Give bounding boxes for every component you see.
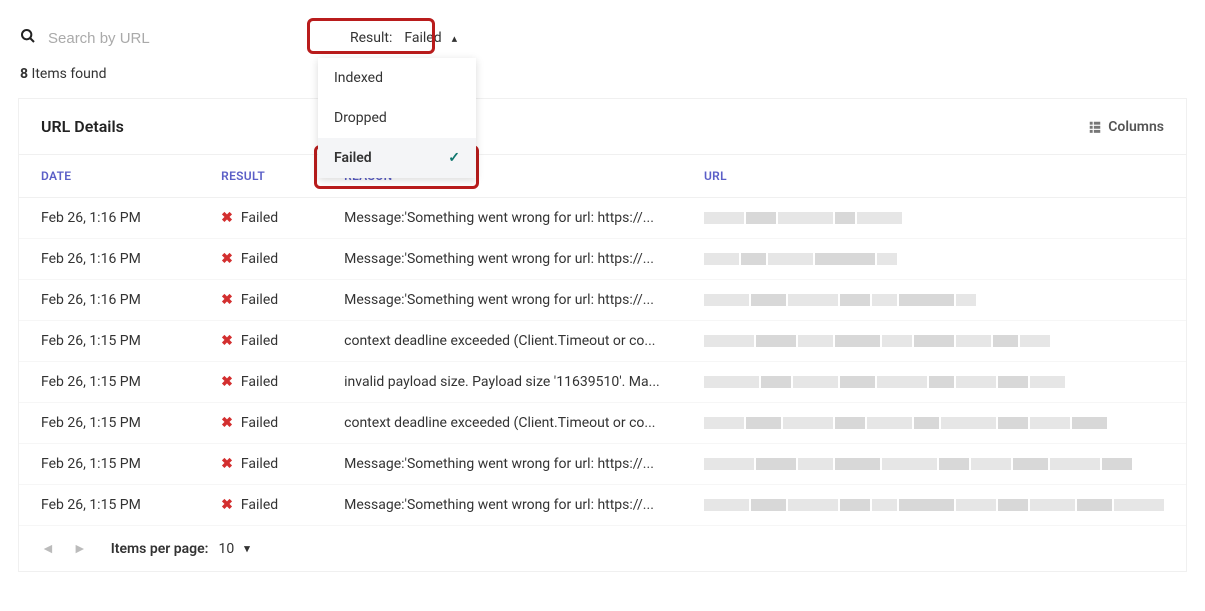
cell-reason: invalid payload size. Payload size '1163… [322, 362, 682, 403]
dropdown-item-label: Failed [334, 150, 372, 166]
search-input[interactable] [48, 30, 268, 47]
x-icon: ✖ [221, 251, 233, 267]
table-row[interactable]: Feb 26, 1:16 PM ✖ Failed Message:'Something… [19, 239, 1186, 280]
cell-reason: Message:'Something went wrong for url: h… [322, 280, 682, 321]
cell-reason: Message:'Something went wrong for url: h… [322, 239, 682, 280]
cell-date: Feb 26, 1:16 PM [19, 198, 199, 239]
cell-date: Feb 26, 1:16 PM [19, 280, 199, 321]
x-icon: ✖ [221, 415, 233, 431]
x-icon: ✖ [221, 456, 233, 472]
cell-url [682, 280, 1186, 321]
cell-date: Feb 26, 1:15 PM [19, 403, 199, 444]
dropdown-item-label: Indexed [334, 70, 383, 86]
x-icon: ✖ [221, 292, 233, 308]
url-details-table: DATE RESULT REASON URL Feb 26, 1:16 PM✖F… [19, 155, 1186, 526]
result-text: Failed [241, 251, 278, 267]
panel-header: URL Details Columns [19, 99, 1186, 155]
redacted-url [704, 253, 1164, 265]
cell-reason: context deadline exceeded (Client.Timeou… [322, 403, 682, 444]
result-filter-dropdown: Indexed Dropped Failed ✓ [318, 58, 476, 178]
cell-reason: Message:'Something went wrong for url: h… [322, 485, 682, 526]
check-icon: ✓ [448, 150, 460, 166]
table-row[interactable]: Feb 26, 1:15 PM ✖ Failed invalid payload si… [19, 362, 1186, 403]
cell-result: ✖ Failed [199, 198, 322, 239]
cell-url [682, 198, 1186, 239]
cell-date: Feb 26, 1:15 PM [19, 362, 199, 403]
dropdown-item-label: Dropped [334, 110, 387, 126]
cell-url [682, 321, 1186, 362]
redacted-url [704, 499, 1164, 511]
redacted-url [704, 458, 1164, 470]
redacted-url [704, 335, 1164, 347]
dropdown-item-dropped[interactable]: Dropped [318, 98, 476, 138]
table-row[interactable]: Feb 26, 1:15 PM ✖ Failed context deadline e… [19, 321, 1186, 362]
cell-url [682, 444, 1186, 485]
table-row[interactable]: Feb 26, 1:16 PM ✖ Failed Message:'Something… [19, 280, 1186, 321]
panel-footer: ◄ ► Items per page: 10 ▾ [19, 526, 1186, 571]
result-text: Failed [241, 456, 278, 472]
cell-result: ✖ Failed [199, 280, 322, 321]
result-text: Failed [241, 497, 278, 513]
cell-date: Feb 26, 1:15 PM [19, 485, 199, 526]
cell-reason: Message:'Something went wrong for url: h… [322, 444, 682, 485]
cell-result: ✖ Failed [199, 444, 322, 485]
cell-date: Feb 26, 1:15 PM [19, 444, 199, 485]
pager-arrows: ◄ ► [41, 540, 87, 557]
cell-url [682, 239, 1186, 280]
items-found-count: 8 [20, 66, 28, 82]
cell-result: ✖ Failed [199, 239, 322, 280]
redacted-url [704, 212, 1164, 224]
top-bar: Result: Failed ▴ [0, 0, 1205, 62]
redacted-url [704, 294, 1164, 306]
columns-button-label: Columns [1108, 119, 1164, 135]
column-header-date[interactable]: DATE [19, 155, 199, 198]
table-row[interactable]: Feb 26, 1:16 PM ✖ Failed Message:'Something… [19, 198, 1186, 239]
cell-url [682, 403, 1186, 444]
columns-button[interactable]: Columns [1088, 119, 1164, 135]
dropdown-item-indexed[interactable]: Indexed [318, 58, 476, 98]
x-icon: ✖ [221, 333, 233, 349]
x-icon: ✖ [221, 210, 233, 226]
result-text: Failed [241, 415, 278, 431]
cell-result: ✖ Failed [199, 362, 322, 403]
search-icon[interactable] [20, 28, 36, 48]
panel-title: URL Details [41, 117, 124, 136]
x-icon: ✖ [221, 374, 233, 390]
result-text: Failed [241, 333, 278, 349]
dropdown-item-failed[interactable]: Failed ✓ [318, 138, 476, 178]
chevron-up-icon: ▴ [452, 32, 458, 45]
items-per-page-label: Items per page: [111, 541, 209, 557]
items-found-suffix: Items found [32, 66, 107, 82]
column-header-result[interactable]: RESULT [199, 155, 322, 198]
cell-reason: Message:'Something went wrong for url: h… [322, 198, 682, 239]
x-icon: ✖ [221, 497, 233, 513]
redacted-url [704, 417, 1164, 429]
result-text: Failed [241, 292, 278, 308]
items-per-page: Items per page: 10 ▾ [111, 541, 250, 557]
url-details-panel: URL Details Columns DATE RESULT REASON U… [18, 98, 1187, 572]
table-row[interactable]: Feb 26, 1:15 PM ✖ Failed context deadline e… [19, 403, 1186, 444]
redacted-url [704, 376, 1164, 388]
chevron-down-icon[interactable]: ▾ [244, 542, 250, 555]
annotation-box-filter [307, 18, 435, 54]
cell-result: ✖ Failed [199, 485, 322, 526]
items-per-page-value[interactable]: 10 [218, 541, 234, 557]
cell-reason: context deadline exceeded (Client.Timeou… [322, 321, 682, 362]
table-row[interactable]: Feb 26, 1:15 PM ✖ Failed Message:'Something… [19, 444, 1186, 485]
cell-result: ✖ Failed [199, 321, 322, 362]
pager-next[interactable]: ► [73, 540, 87, 557]
result-text: Failed [241, 374, 278, 390]
result-text: Failed [241, 210, 278, 226]
cell-url [682, 362, 1186, 403]
cell-url [682, 485, 1186, 526]
column-header-url[interactable]: URL [682, 155, 1186, 198]
cell-date: Feb 26, 1:16 PM [19, 239, 199, 280]
cell-date: Feb 26, 1:15 PM [19, 321, 199, 362]
cell-result: ✖ Failed [199, 403, 322, 444]
pager-prev[interactable]: ◄ [41, 540, 55, 557]
items-found: 8 Items found [0, 62, 1205, 98]
table-row[interactable]: Feb 26, 1:15 PM ✖ Failed Message:'Something… [19, 485, 1186, 526]
